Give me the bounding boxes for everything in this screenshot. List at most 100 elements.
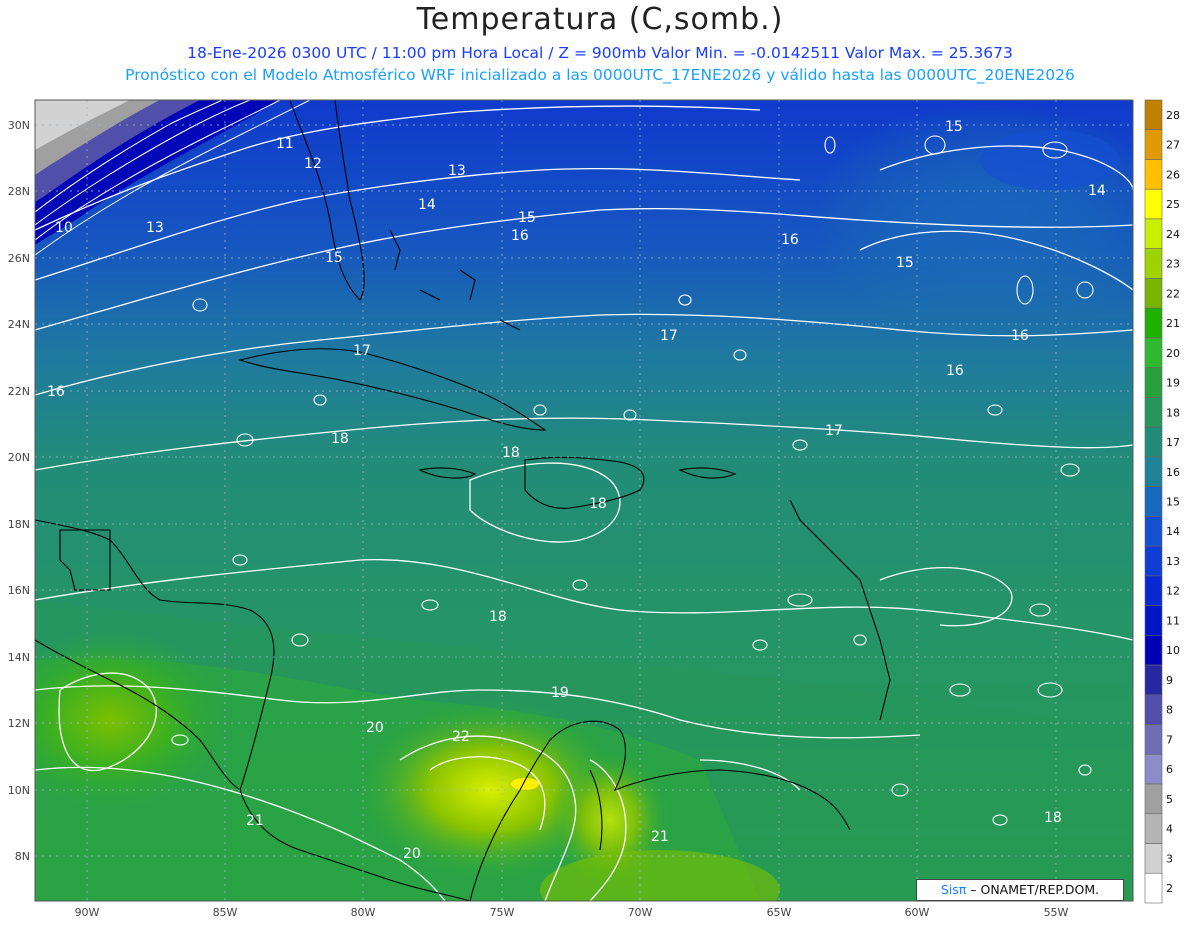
colorbar-label: 5 — [1166, 793, 1173, 806]
contour-label: 15 — [518, 210, 536, 226]
contour-label: 21 — [651, 829, 669, 845]
contour-label: 17 — [660, 328, 678, 344]
colorbar-swatch — [1144, 635, 1163, 666]
colorbar-label: 14 — [1166, 525, 1180, 538]
contour-label: 12 — [304, 156, 322, 172]
colorbar-swatch — [1144, 188, 1163, 220]
colorbar-label: 24 — [1166, 228, 1180, 241]
lat-label: 14N — [8, 651, 30, 664]
contour-label: 19 — [551, 685, 569, 701]
colorbar-label: 7 — [1166, 733, 1173, 746]
contour-label: 11 — [276, 136, 294, 152]
contour-label: 13 — [448, 163, 466, 179]
lat-axis: 30N 28N 26N 24N 22N 20N 18N 16N 14N 12N … — [8, 119, 30, 863]
colorbar-label: 27 — [1166, 139, 1180, 152]
credit-box: Sisπ – ONAMET/REP.DOM. — [916, 879, 1124, 901]
lon-axis: 90W 85W 80W 75W 70W 65W 60W 55W — [75, 906, 1069, 919]
shaded-field — [35, 100, 1133, 901]
colorbar-label: 17 — [1166, 436, 1180, 449]
contour-label: 21 — [246, 813, 264, 829]
contour-label: 16 — [47, 384, 65, 400]
colorbar-label: 22 — [1166, 287, 1180, 300]
colorbar-swatch — [1144, 248, 1163, 279]
colorbar-swatch — [1144, 486, 1163, 517]
temperature-map-figure: 11 12 13 10 13 14 15 15 16 16 15 14 15 1… — [8, 99, 1180, 919]
colorbar-label: 26 — [1166, 168, 1180, 181]
colorbar-label: 18 — [1166, 406, 1180, 419]
lat-label: 10N — [8, 784, 30, 797]
contour-label: 22 — [452, 729, 470, 745]
colorbar-swatch — [1144, 426, 1163, 458]
lon-label: 70W — [628, 906, 653, 919]
colorbar-swatch — [1144, 367, 1163, 398]
contour-label: 18 — [331, 431, 349, 447]
sis-logo-text: Sisπ — [940, 882, 967, 897]
colorbar-label: 11 — [1166, 614, 1180, 627]
contour-label: 14 — [1088, 183, 1106, 199]
contour-label: 17 — [353, 343, 371, 359]
colorbar-label: 8 — [1166, 704, 1173, 717]
lon-label: 60W — [905, 906, 930, 919]
colorbar-swatch — [1144, 129, 1163, 160]
lat-label: 16N — [8, 584, 30, 597]
lon-label: 85W — [213, 906, 238, 919]
colorbar-swatch — [1144, 99, 1163, 131]
contour-label: 16 — [511, 228, 529, 244]
colorbar-label: 12 — [1166, 585, 1180, 598]
colorbar-swatch — [1144, 278, 1163, 309]
credit-text: – ONAMET/REP.DOM. — [966, 882, 1100, 897]
contour-label: 18 — [589, 496, 607, 512]
lat-label: 12N — [8, 717, 30, 730]
colorbar-swatch — [1144, 694, 1163, 725]
colorbar-label: 25 — [1166, 198, 1180, 211]
colorbar-label: 2 — [1166, 882, 1173, 895]
colorbar-label: 13 — [1166, 555, 1180, 568]
contour-label: 16 — [1011, 328, 1029, 344]
colorbar-label: 28 — [1166, 109, 1180, 122]
colorbar-swatch — [1144, 872, 1163, 904]
colorbar-label: 9 — [1166, 674, 1173, 687]
lat-label: 26N — [8, 252, 30, 265]
colorbar-swatch — [1144, 753, 1163, 785]
colorbar-swatch — [1144, 813, 1163, 844]
colorbar-swatch — [1144, 605, 1163, 636]
contour-label: 20 — [366, 720, 384, 736]
lat-label: 22N — [8, 385, 30, 398]
colorbar-swatch — [1144, 397, 1163, 428]
contour-label: 15 — [945, 119, 963, 135]
contour-label: 10 — [55, 220, 73, 236]
contour-label: 15 — [325, 250, 343, 266]
contour-label: 20 — [403, 846, 421, 862]
lon-label: 55W — [1044, 906, 1069, 919]
lon-label: 90W — [75, 906, 100, 919]
contour-label: 14 — [418, 197, 436, 213]
colorbar-label: 6 — [1166, 763, 1173, 776]
lat-label: 20N — [8, 451, 30, 464]
lat-label: 28N — [8, 185, 30, 198]
contour-label: 18 — [502, 445, 520, 461]
colorbar-label: 20 — [1166, 347, 1180, 360]
contour-label: 16 — [946, 363, 964, 379]
colorbar: 2827262524232221201918171615141312111098… — [1144, 99, 1180, 904]
colorbar-swatch — [1144, 575, 1163, 606]
colorbar-swatch — [1144, 159, 1163, 190]
colorbar-label: 19 — [1166, 377, 1180, 390]
lon-label: 75W — [490, 906, 515, 919]
colorbar-label: 15 — [1166, 496, 1180, 509]
colorbar-swatch — [1144, 724, 1163, 755]
colorbar-swatch — [1144, 516, 1163, 547]
colorbar-label: 10 — [1166, 644, 1180, 657]
colorbar-swatch — [1144, 843, 1163, 874]
contour-label: 18 — [1044, 810, 1062, 826]
contour-label: 17 — [825, 423, 843, 439]
colorbar-swatch — [1144, 545, 1163, 577]
colorbar-swatch — [1144, 664, 1163, 696]
colorbar-swatch — [1144, 218, 1163, 250]
colorbar-label: 23 — [1166, 258, 1180, 271]
colorbar-label: 3 — [1166, 852, 1173, 865]
lat-label: 18N — [8, 518, 30, 531]
colorbar-label: 21 — [1166, 317, 1180, 330]
contour-label: 16 — [781, 232, 799, 248]
lat-label: 24N — [8, 318, 30, 331]
contour-label: 15 — [896, 255, 914, 271]
